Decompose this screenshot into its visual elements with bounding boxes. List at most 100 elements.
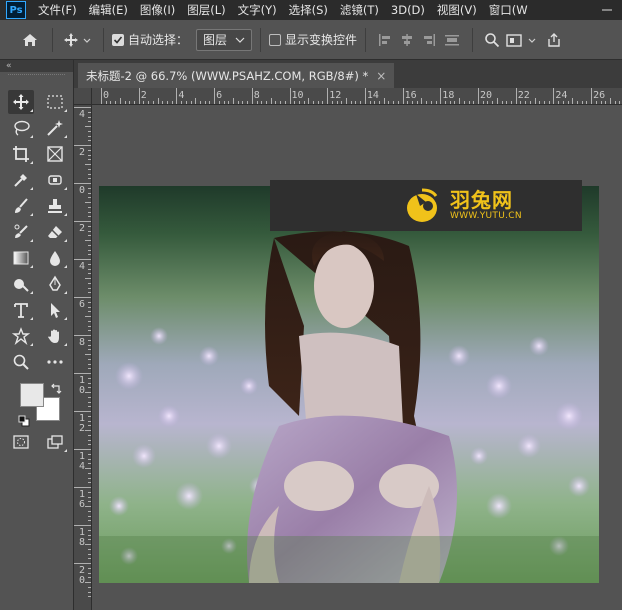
crop-tool[interactable] — [8, 142, 34, 166]
align-right-icon[interactable] — [422, 33, 436, 47]
swap-colors-button[interactable] — [50, 380, 62, 399]
dodge-tool[interactable] — [8, 272, 34, 296]
ruler-tick — [534, 98, 536, 104]
menu-view[interactable]: 视图(V) — [431, 0, 483, 20]
custom-shape-tool[interactable] — [8, 324, 34, 348]
vertical-ruler[interactable]: 4 2 0 2 4 6 8 1 0 1 2 1 4 1 6 1 8 2 0 — [74, 105, 92, 610]
distribute-icon[interactable] — [444, 33, 460, 47]
menu-filter[interactable]: 滤镜(T) — [334, 0, 385, 20]
eyedropper-tool[interactable] — [8, 168, 34, 192]
workspace-button[interactable] — [503, 27, 543, 53]
hand-tool[interactable] — [42, 324, 68, 348]
panel-grip[interactable] — [8, 74, 65, 82]
ruler-tick — [317, 101, 319, 104]
search-button[interactable] — [481, 27, 503, 53]
menu-layer[interactable]: 图层(L) — [181, 0, 231, 20]
path-selection-tool[interactable] — [42, 298, 68, 322]
submenu-indicator — [30, 317, 33, 320]
custom-shape-icon — [12, 327, 30, 345]
submenu-indicator — [64, 291, 67, 294]
collapse-toolbar-button[interactable]: « — [0, 60, 73, 72]
ruler-tick — [88, 192, 91, 194]
ruler-top-label: 24 — [555, 90, 568, 101]
type-tool[interactable] — [8, 298, 34, 322]
quick-mask-button[interactable] — [8, 430, 34, 454]
clone-stamp-tool[interactable] — [42, 194, 68, 218]
default-colors-button[interactable] — [18, 412, 30, 431]
menu-image[interactable]: 图像(I) — [134, 0, 181, 20]
ruler-tick — [74, 563, 91, 564]
spot-healing-tool[interactable] — [42, 168, 68, 192]
ruler-tick — [228, 101, 230, 104]
document-tab[interactable]: 未标题-2 @ 66.7% (WWW.PSAHZ.COM, RGB/8#) * … — [78, 63, 395, 88]
ruler-tick — [88, 363, 91, 365]
blur-tool[interactable] — [42, 246, 68, 270]
ruler-tick — [88, 406, 91, 408]
align-left-icon[interactable] — [378, 33, 392, 47]
menu-type[interactable]: 文字(Y) — [232, 0, 283, 20]
menu-edit[interactable]: 编辑(E) — [83, 0, 134, 20]
ruler-tick — [88, 477, 91, 479]
magic-wand-icon — [47, 120, 63, 136]
ruler-tick — [74, 259, 91, 260]
screen-mode-button[interactable] — [42, 430, 68, 454]
history-brush-tool[interactable] — [8, 220, 34, 244]
menu-file[interactable]: 文件(F) — [32, 0, 83, 20]
more-tools-button[interactable] — [42, 350, 68, 374]
ruler-tick — [308, 98, 310, 104]
ruler-tick — [85, 544, 91, 545]
ruler-tick — [74, 221, 91, 222]
menu-3d[interactable]: 3D(D) — [385, 0, 431, 20]
ruler-tick — [440, 88, 442, 104]
ruler-left-label: 1 6 — [78, 489, 86, 510]
ruler-tick — [85, 430, 91, 431]
menu-select[interactable]: 选择(S) — [283, 0, 334, 20]
ruler-tick — [85, 354, 91, 355]
ruler-tick — [74, 449, 91, 450]
ruler-tick — [520, 101, 522, 104]
zoom-tool[interactable] — [8, 350, 34, 374]
minimize-button[interactable] — [592, 0, 622, 20]
foreground-color-swatch[interactable] — [20, 383, 44, 407]
brush-tool[interactable] — [8, 194, 34, 218]
ruler-left-label: 1 0 — [78, 375, 86, 396]
frame-tool[interactable] — [42, 142, 68, 166]
ruler-tick — [383, 98, 385, 104]
ruler-tick — [85, 392, 91, 393]
close-icon[interactable]: × — [376, 69, 386, 83]
ruler-origin[interactable] — [74, 88, 92, 105]
more-tools-icon — [47, 360, 63, 364]
horizontal-ruler[interactable]: 0 2 4 6 8 10 12 14 16 18 20 22 24 26 — [92, 88, 622, 105]
submenu-indicator — [64, 187, 67, 190]
ruler-tick — [294, 101, 296, 104]
ruler-tick — [88, 501, 91, 503]
eraser-tool[interactable] — [42, 220, 68, 244]
move-tool[interactable] — [8, 90, 34, 114]
ruler-tick — [515, 88, 517, 104]
ruler-tick — [88, 444, 91, 446]
auto-select-dropdown[interactable]: 图层 — [196, 28, 253, 51]
ruler-tick — [85, 278, 91, 279]
home-button[interactable] — [16, 27, 44, 53]
share-button[interactable] — [543, 27, 565, 53]
magic-wand-tool[interactable] — [42, 116, 68, 140]
show-transform-checkbox[interactable] — [269, 33, 282, 46]
ruler-tick — [284, 101, 286, 104]
ruler-tick — [445, 101, 446, 104]
marquee-tool[interactable] — [42, 90, 68, 114]
ruler-tick — [88, 111, 91, 113]
ruler-tick — [350, 101, 352, 104]
lasso-tool[interactable] — [8, 116, 34, 140]
gradient-tool[interactable] — [8, 246, 34, 270]
ruler-tick — [101, 88, 102, 104]
align-center-icon[interactable] — [400, 33, 414, 47]
quick-mask-icon — [13, 435, 29, 449]
submenu-indicator — [30, 109, 33, 112]
auto-select-checkbox[interactable] — [112, 33, 124, 46]
pen-tool[interactable] — [42, 272, 68, 296]
ruler-tick — [181, 101, 183, 104]
photoshop-window: Ps 文件(F) 编辑(E) 图像(I) 图层(L) 文字(Y) 选择(S) 滤… — [0, 0, 622, 610]
menu-window[interactable]: 窗口(W — [483, 0, 534, 20]
ruler-tick — [88, 491, 91, 493]
move-tool-preset-button[interactable] — [61, 27, 95, 53]
